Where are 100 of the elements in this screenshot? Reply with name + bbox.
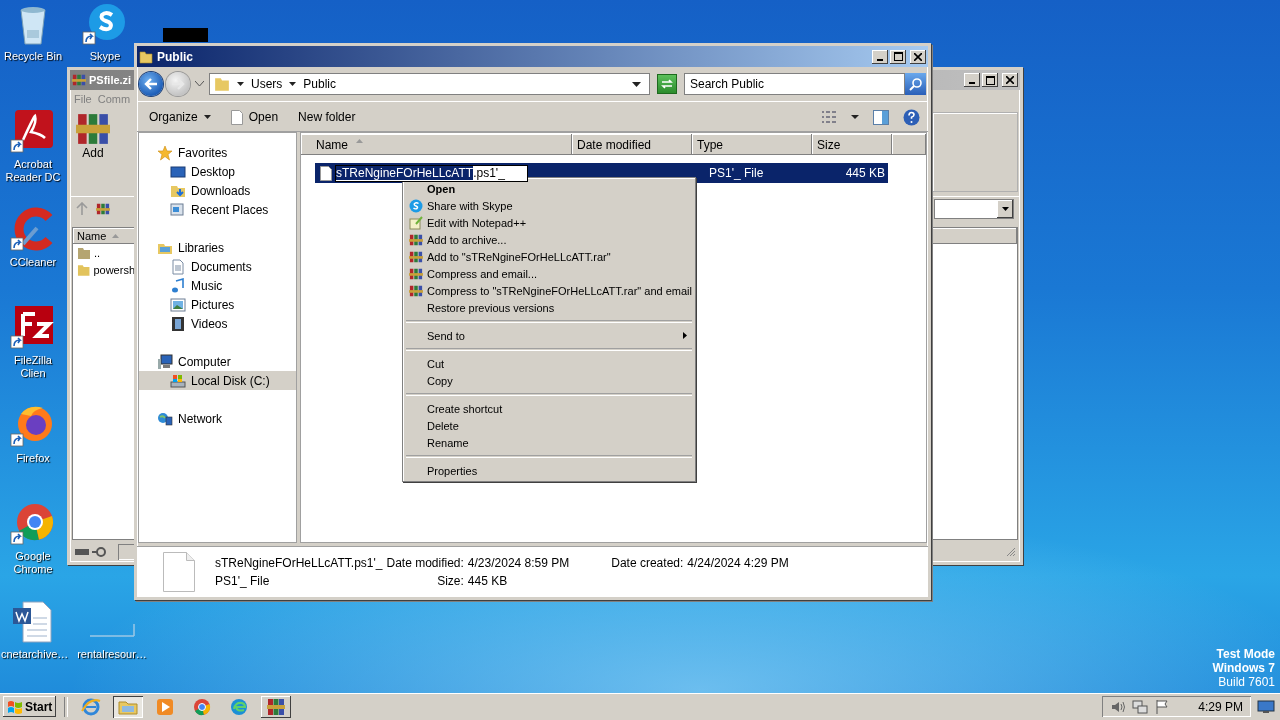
menu-item[interactable]: Delete xyxy=(405,417,693,434)
skype-icon xyxy=(409,198,423,213)
archive-books-icon xyxy=(266,696,287,717)
help-icon[interactable] xyxy=(903,108,920,126)
notepad-icon xyxy=(409,215,423,230)
network-icon[interactable] xyxy=(1132,698,1149,715)
rename-field[interactable]: sTReNgineFOrHeLLcATT.ps1'_ xyxy=(335,164,528,182)
picture-icon xyxy=(170,296,186,313)
close-button[interactable] xyxy=(910,49,926,64)
preview-pane-icon[interactable] xyxy=(873,109,889,125)
start-button[interactable]: Start xyxy=(3,696,57,717)
recent-places-icon xyxy=(170,201,186,218)
nav-item[interactable]: Recent Places xyxy=(139,200,296,219)
file-row[interactable]: .. xyxy=(73,244,135,261)
maximize-icon xyxy=(985,75,995,85)
archive-books-icon xyxy=(409,232,423,247)
archive-books-icon xyxy=(72,73,86,87)
field-value: 445 KB xyxy=(467,574,509,588)
toolbar-button[interactable]: Organize xyxy=(147,108,213,126)
archive-books-icon xyxy=(409,283,423,298)
breadcrumb-item[interactable]: Users xyxy=(251,77,283,91)
close-icon xyxy=(914,52,922,61)
maximize-button[interactable] xyxy=(982,73,998,87)
path-dropdown[interactable] xyxy=(934,199,1014,219)
caret-icon[interactable] xyxy=(289,82,297,86)
menu-item[interactable]: Share with Skype xyxy=(405,197,693,214)
menu-item[interactable]: Properties xyxy=(405,462,693,479)
field-value: 4/23/2024 8:59 PM xyxy=(467,556,570,570)
menu-item[interactable]: Add to "sTReNgineFOrHeLLcATT.rar" xyxy=(405,248,693,265)
search-field[interactable]: Search Public xyxy=(684,73,905,95)
toolbar-button[interactable]: Open xyxy=(228,107,281,127)
chrome-icon xyxy=(192,696,213,717)
menu-item[interactable]: Create shortcut xyxy=(405,400,693,417)
nav-item[interactable]: Downloads xyxy=(139,181,296,200)
taskbar-button[interactable] xyxy=(113,695,144,718)
maximize-button[interactable] xyxy=(890,49,906,64)
nav-item[interactable]: Videos xyxy=(139,314,296,333)
file-row[interactable]: sTReNgineFOrHeLLcATT.ps1'_ PS1'_ File 445 KB xyxy=(315,163,888,183)
menu-item[interactable]: Add to archive... xyxy=(405,231,693,248)
nav-item[interactable]: Local Disk (C:) xyxy=(139,371,296,390)
desktop-icon-label[interactable]: FileZilla Clien xyxy=(1,354,65,380)
menu-item[interactable]: Send to xyxy=(405,327,693,344)
menu-item[interactable]: Compress and email... xyxy=(405,265,693,282)
toolbar-button[interactable]: New folder xyxy=(296,108,358,126)
menu-item[interactable]: Copy xyxy=(405,372,693,389)
nav-item[interactable]: Desktop xyxy=(139,162,296,181)
clock[interactable]: 4:29 PM xyxy=(1198,699,1243,714)
menu-item[interactable]: Cut xyxy=(405,355,693,372)
taskbar-button[interactable] xyxy=(261,695,292,718)
nav-item[interactable]: Pictures xyxy=(139,295,296,314)
field-label: Date modified: xyxy=(386,556,464,570)
column-header[interactable]: Name xyxy=(301,134,572,155)
desktop-icon-label[interactable]: Skype xyxy=(89,50,121,63)
minimize-button[interactable] xyxy=(964,73,980,87)
back-arrow-icon xyxy=(144,78,158,90)
file-row[interactable]: powersh xyxy=(73,261,135,278)
ie-icon xyxy=(81,696,102,717)
desktop-icon-label[interactable]: CCleaner xyxy=(9,256,57,269)
minimize-button[interactable] xyxy=(872,49,888,64)
dropdown-button[interactable] xyxy=(997,200,1013,218)
desktop-icon-label[interactable]: Recycle Bin xyxy=(3,50,63,63)
address-bar[interactable]: Users Public xyxy=(209,73,650,95)
caret-icon[interactable] xyxy=(237,82,244,86)
desktop-icon xyxy=(170,163,186,180)
minimize-icon xyxy=(969,82,975,84)
caret-icon[interactable] xyxy=(632,81,641,87)
add-button[interactable]: Add xyxy=(72,112,114,192)
back-button[interactable] xyxy=(139,72,163,96)
archive-books-icon xyxy=(409,249,423,264)
nav-item[interactable]: Favorites xyxy=(139,143,296,162)
column-header[interactable]: Date modified xyxy=(572,134,692,155)
column-header[interactable]: Name xyxy=(73,228,135,244)
column-header[interactable]: Type xyxy=(692,134,812,155)
resize-grip-icon[interactable] xyxy=(1006,547,1016,557)
menu-item[interactable]: Edit with Notepad++ xyxy=(405,214,693,231)
caret-icon[interactable] xyxy=(851,115,859,119)
menu-item[interactable]: Compress to "sTReNgineFOrHeLLcATT.rar" and email xyxy=(405,282,693,299)
nav-item[interactable]: Documents xyxy=(139,257,296,276)
nav-item[interactable]: Computer xyxy=(139,352,296,371)
os-notice-text: Windows 7 xyxy=(1212,661,1275,675)
column-header[interactable]: Size xyxy=(812,134,892,155)
file-type: PS1'_ File xyxy=(215,574,271,588)
menu-item[interactable]: Open xyxy=(405,180,693,197)
search-button[interactable] xyxy=(905,73,926,95)
music-note-icon xyxy=(170,277,186,294)
breadcrumb-item[interactable]: Public xyxy=(303,77,337,91)
desktop-icon-label[interactable]: Acrobat Reader DC xyxy=(1,158,65,184)
nav-item[interactable]: Libraries xyxy=(139,238,296,257)
refresh-button[interactable] xyxy=(657,74,677,94)
refresh-arrows-icon xyxy=(660,78,674,90)
view-list-icon[interactable] xyxy=(821,110,837,124)
menu-item[interactable]: Restore previous versions xyxy=(405,299,693,316)
caret-icon xyxy=(203,115,211,119)
flag-icon[interactable] xyxy=(1154,698,1171,715)
nav-item[interactable]: Network xyxy=(139,409,296,428)
nav-item[interactable]: Music xyxy=(139,276,296,295)
close-button[interactable] xyxy=(1002,73,1018,87)
menu-item[interactable]: Rename xyxy=(405,434,693,451)
document-icon xyxy=(230,109,243,125)
folder-icon xyxy=(214,76,230,92)
